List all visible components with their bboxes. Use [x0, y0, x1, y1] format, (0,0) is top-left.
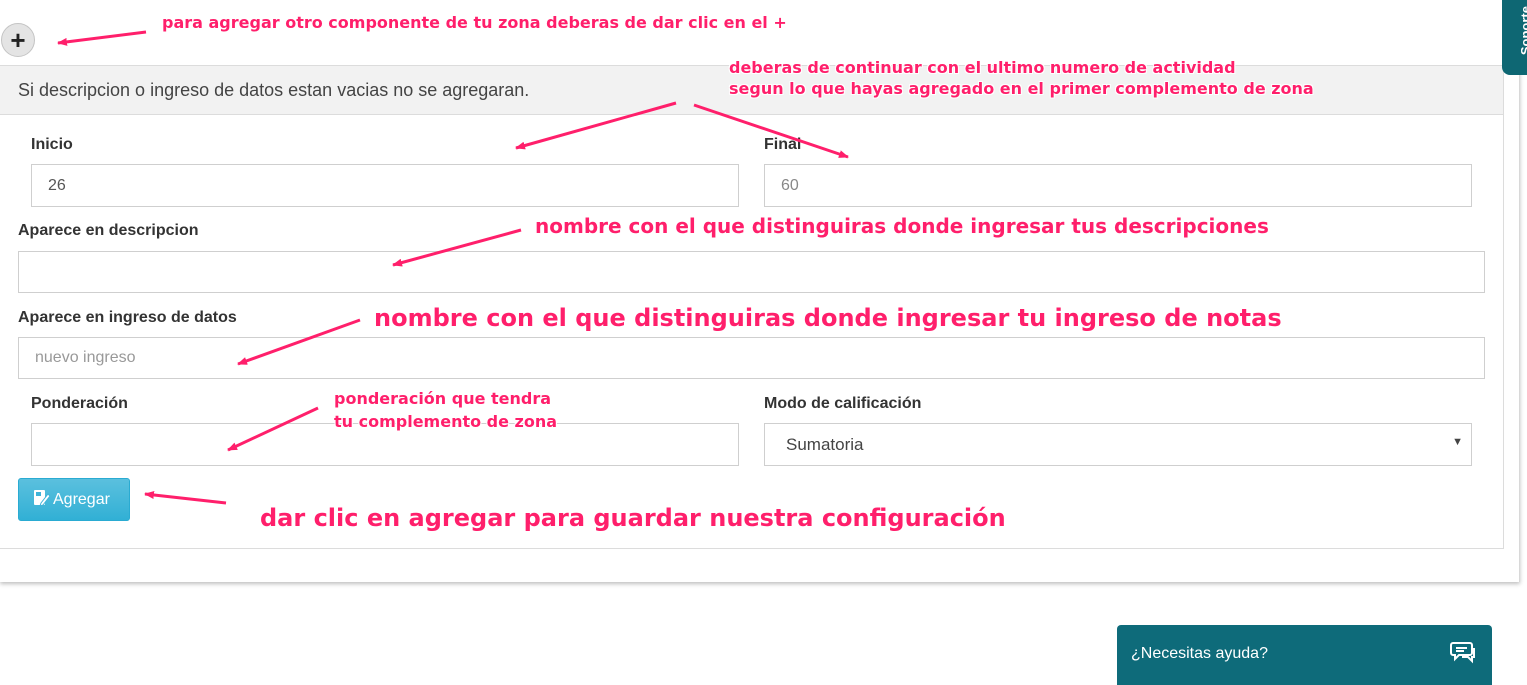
modo-calificacion-value: Sumatoria — [786, 435, 864, 454]
final-label: Final — [764, 136, 802, 153]
soporte-label: Soporte — [1518, 6, 1527, 56]
ponderacion-label: Ponderación — [31, 395, 128, 412]
aparece-descripcion-label: Aparece en descripcion — [18, 222, 199, 239]
aparece-descripcion-input[interactable] — [18, 251, 1485, 293]
save-edit-icon — [34, 490, 50, 507]
inicio-label: Inicio — [31, 136, 73, 153]
annotation-agregar: dar clic en agregar para guardar nuestra… — [260, 504, 1006, 532]
plus-icon: + — [10, 25, 26, 55]
annotation-ponderacion-2: tu complemento de zona — [334, 412, 558, 431]
annotation-continuar-1: deberas de continuar con el ultimo numer… — [729, 58, 1236, 77]
aparece-ingreso-input[interactable] — [18, 337, 1485, 379]
annotation-ponderacion-1: ponderación que tendra — [334, 389, 552, 408]
agregar-button[interactable]: Agregar — [18, 478, 130, 521]
inicio-input[interactable] — [31, 164, 739, 207]
modo-calificacion-label: Modo de calificación — [764, 395, 922, 412]
soporte-tab[interactable]: Soporte — [1502, 0, 1527, 75]
help-widget[interactable]: ¿Necesitas ayuda? — [1117, 625, 1492, 685]
modo-calificacion-select[interactable]: Sumatoria ▼ — [764, 423, 1472, 466]
agregar-label: Agregar — [53, 491, 110, 508]
annotation-continuar-2: segun lo que hayas agregado en el primer… — [729, 79, 1314, 98]
annotation-ingreso: nombre con el que distinguiras donde ing… — [374, 304, 1282, 332]
add-component-button[interactable]: + — [1, 23, 35, 57]
chat-bubbles-icon — [1450, 642, 1475, 664]
help-label: ¿Necesitas ayuda? — [1131, 645, 1268, 662]
empty-fields-notice: Si descripcion o ingreso de datos estan … — [18, 80, 530, 100]
annotation-descripcion: nombre con el que distinguiras donde ing… — [535, 214, 1269, 238]
final-input[interactable] — [764, 164, 1472, 207]
aparece-ingreso-label: Aparece en ingreso de datos — [18, 309, 237, 326]
dropdown-caret-icon: ▼ — [1452, 436, 1463, 448]
annotation-plus: para agregar otro componente de tu zona … — [162, 13, 787, 32]
